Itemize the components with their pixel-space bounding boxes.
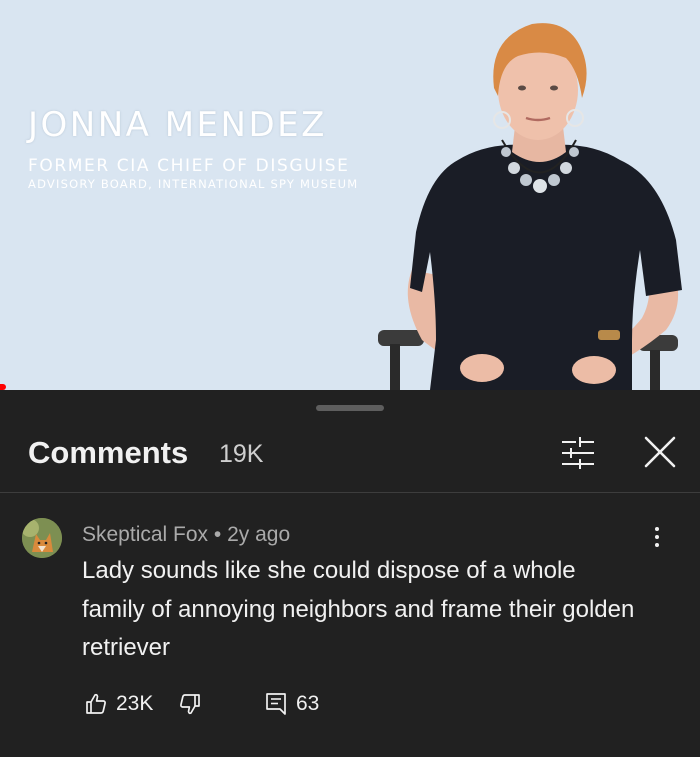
- sort-comments-button[interactable]: [558, 430, 598, 474]
- meta-separator: •: [213, 523, 222, 546]
- black-top: [410, 144, 682, 390]
- comment-time: 2y ago: [227, 523, 291, 546]
- like-button[interactable]: 23K: [84, 684, 153, 724]
- comment-meta: Skeptical Fox • 2y ago: [82, 522, 290, 548]
- comments-title: Comments: [28, 435, 189, 470]
- thumbs-up-icon: [86, 693, 106, 714]
- drag-handle[interactable]: [316, 405, 384, 411]
- like-count: 23K: [116, 692, 154, 715]
- speaker-name: JONNA MENDEZ: [28, 105, 327, 145]
- dislike-button[interactable]: [178, 684, 208, 724]
- video-player[interactable]: JONNA MENDEZ FORMER CIA CHIEF OF DISGUIS…: [0, 0, 700, 390]
- speaker-affiliation: ADVISORY BOARD, INTERNATIONAL SPY MUSEUM: [28, 177, 359, 191]
- comments-count: 19K: [219, 440, 264, 468]
- thumbs-down-icon: [180, 694, 200, 715]
- sort-filter-icon: [562, 437, 594, 469]
- comment-menu-button[interactable]: [645, 522, 669, 552]
- replies-button[interactable]: 63: [265, 684, 319, 724]
- comment-author[interactable]: Skeptical Fox: [82, 523, 208, 546]
- comment-actions: 23K 63: [0, 684, 700, 724]
- comment-text: Lady sounds like she could dispose of a …: [82, 557, 635, 661]
- close-comments-button[interactable]: [640, 430, 680, 474]
- chair-leg-right: [650, 350, 660, 390]
- left-hand: [460, 354, 504, 382]
- speaker-figure: [378, 23, 682, 390]
- reply-count: 63: [296, 692, 320, 715]
- more-vertical-icon: [655, 527, 659, 531]
- comments-panel: Comments 19K Skeptical Fox • 2y ago Lady…: [0, 390, 700, 757]
- fox-avatar[interactable]: [22, 518, 62, 558]
- speaker-title: FORMER CIA CHIEF OF DISGUISE: [28, 156, 350, 176]
- chair-leg-left: [390, 344, 400, 390]
- lower-third-caption: JONNA MENDEZ FORMER CIA CHIEF OF DISGUIS…: [28, 104, 358, 192]
- reply-comment-icon: [266, 693, 286, 715]
- watch: [598, 330, 620, 340]
- header-divider: [0, 492, 700, 493]
- fox-avatar-icon: [22, 518, 62, 558]
- right-hand: [572, 356, 616, 384]
- chair-arm-left: [378, 330, 424, 346]
- close-icon: [644, 436, 676, 468]
- comments-header: Comments 19K: [0, 430, 700, 492]
